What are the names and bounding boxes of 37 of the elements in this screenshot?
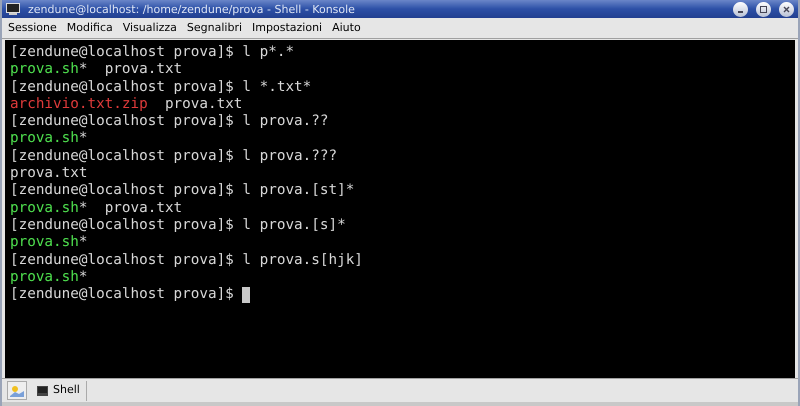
terminal-area[interactable] <box>5 40 795 378</box>
terminal-text: prova.sh <box>10 234 79 252</box>
menu-item[interactable]: Sessione <box>8 20 57 36</box>
terminal-text: archivio.txt.zip <box>10 96 148 114</box>
terminal-icon[interactable] <box>6 3 20 15</box>
terminal-icon <box>37 386 48 396</box>
terminal-text: * <box>78 130 88 148</box>
menu-item[interactable]: Segnalibri <box>186 20 242 36</box>
terminal-text: [zendune@localhost prova]$ l p*.* <box>10 44 294 62</box>
terminal-text: * prova.txt <box>78 61 182 79</box>
terminal-text: prova.txt <box>10 165 88 182</box>
terminal-text: [zendune@localhost prova]$ l *.txt* <box>10 78 312 96</box>
menu-item[interactable]: Aiuto <box>332 20 361 36</box>
maximize-icon <box>760 6 767 12</box>
terminal-text: prova.sh <box>10 200 79 217</box>
terminal-text: [zendune@localhost prova]$ l prova.[st]* <box>10 182 354 200</box>
terminal-text: prova.sh <box>10 130 79 148</box>
terminal-text: * <box>78 234 88 252</box>
terminal-text: [zendune@localhost prova]$ l prova.[s]* <box>10 216 346 234</box>
terminal-text: [zendune@localhost prova]$ l prova.?? <box>10 113 328 130</box>
terminal-text: prova.sh <box>10 61 79 79</box>
terminal-text: [zendune@localhost prova]$ l prova.??? <box>10 148 338 166</box>
menu-item[interactable]: Visualizza <box>122 20 177 36</box>
close-icon <box>783 6 790 12</box>
sun-landscape-icon <box>10 384 24 396</box>
close-button[interactable] <box>779 2 794 16</box>
terminal-text: [zendune@localhost prova]$ <box>10 286 235 304</box>
terminal-text: [zendune@localhost prova]$ l prova.s[hjk] <box>10 252 363 269</box>
terminal-text: * prova.txt <box>78 200 182 217</box>
terminal-text: prova.sh <box>10 268 79 286</box>
window-title: zendune@localhost: /home/zendune/prova - Shell - Konsole <box>28 4 355 14</box>
terminal-text: * <box>78 268 88 286</box>
menu-item[interactable]: Impostazioni <box>252 20 322 36</box>
maximize-button[interactable] <box>756 2 771 16</box>
menu-item[interactable]: Modifica <box>66 20 113 36</box>
minimize-button[interactable] <box>733 2 748 16</box>
terminal-text: prova.txt <box>164 96 242 114</box>
